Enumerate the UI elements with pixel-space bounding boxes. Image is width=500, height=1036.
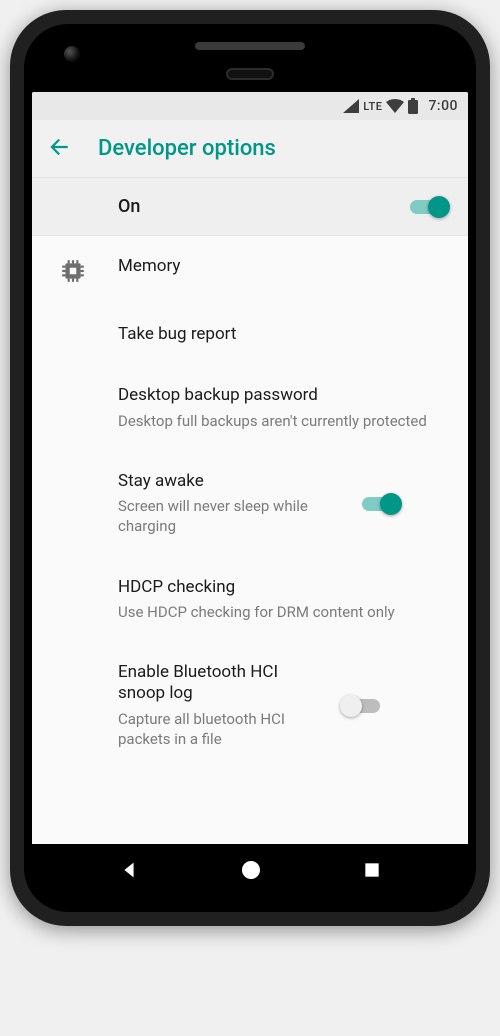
front-camera	[64, 46, 80, 62]
nav-back-button[interactable]	[118, 859, 140, 881]
master-toggle-label: On	[118, 196, 140, 217]
speaker-grille	[195, 42, 305, 50]
cellular-signal-icon	[343, 99, 359, 113]
screen: LTE 7:00 Developer options On	[32, 92, 468, 896]
nav-home-button[interactable]	[239, 858, 263, 882]
settings-list[interactable]: On	[32, 178, 468, 844]
status-bar: LTE 7:00	[32, 92, 468, 120]
list-item-subtitle: Use HDCP checking for DRM content only	[118, 602, 440, 622]
nav-recents-icon	[362, 860, 382, 880]
list-item-title: HDCP checking	[118, 577, 440, 598]
nav-home-icon	[239, 858, 263, 882]
navigation-bar	[32, 844, 468, 896]
list-item-subtitle: Capture all bluetooth HCI packets in a f…	[118, 709, 320, 750]
phone-frame: LTE 7:00 Developer options On	[10, 10, 490, 926]
phone-bezel: LTE 7:00 Developer options On	[24, 24, 476, 912]
earpiece	[226, 68, 274, 80]
list-item-subtitle: Screen will never sleep while charging	[118, 496, 340, 537]
nav-recents-button[interactable]	[362, 860, 382, 880]
battery-icon	[408, 98, 418, 114]
list-item-title: Desktop backup password	[118, 385, 440, 406]
memory-chip-icon	[60, 258, 86, 284]
developer-options-toggle[interactable]	[410, 197, 448, 217]
list-item-hdcp-checking[interactable]: HDCP checking Use HDCP checking for DRM …	[32, 557, 468, 643]
network-type-label: LTE	[363, 100, 382, 113]
list-item-subtitle: Desktop full backups aren't currently pr…	[118, 411, 440, 431]
developer-options-master-toggle-row: On	[32, 178, 468, 236]
page-title: Developer options	[98, 136, 276, 161]
list-item-take-bug-report[interactable]: Take bug report	[32, 304, 468, 365]
bluetooth-hci-snoop-toggle[interactable]	[342, 696, 380, 716]
back-arrow-icon	[46, 134, 72, 160]
clock: 7:00	[428, 98, 458, 114]
list-item-bluetooth-hci-snoop-log[interactable]: Enable Bluetooth HCI snoop log Capture a…	[32, 642, 468, 769]
app-bar: Developer options	[32, 120, 468, 178]
list-item-stay-awake[interactable]: Stay awake Screen will never sleep while…	[32, 451, 468, 557]
list-item-title: Take bug report	[118, 324, 440, 345]
list-item-desktop-backup-password[interactable]: Desktop backup password Desktop full bac…	[32, 365, 468, 451]
stay-awake-toggle[interactable]	[362, 494, 400, 514]
list-item-memory[interactable]: Memory	[32, 236, 468, 304]
back-button[interactable]	[46, 134, 72, 164]
list-item-title: Memory	[118, 256, 440, 277]
list-item-title: Enable Bluetooth HCI snoop log	[118, 662, 320, 705]
list-item-title: Stay awake	[118, 471, 340, 492]
wifi-icon	[386, 99, 404, 113]
nav-back-icon	[118, 859, 140, 881]
